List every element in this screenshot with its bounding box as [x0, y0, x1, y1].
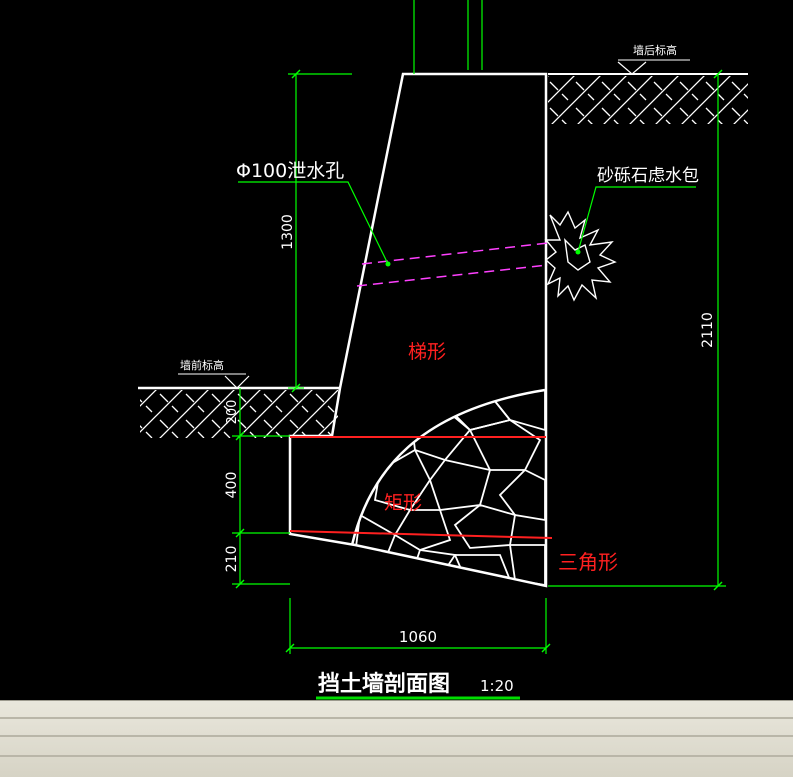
- label-rectangle: 矩形: [384, 492, 422, 514]
- filter-leader-dot: [575, 249, 581, 255]
- drain-leader-dot: [385, 261, 391, 267]
- status-divider: [0, 755, 793, 757]
- dim-footing-height: 400: [224, 472, 240, 499]
- status-divider: [0, 717, 793, 719]
- dim-upper-height: 1300: [280, 214, 296, 250]
- elevation-marker-front: [178, 373, 250, 389]
- drain-hole-line-2: [356, 264, 549, 287]
- dim-embed-depth: 200: [225, 400, 240, 425]
- retaining-wall-section: 1300 200 400 210 2110 1060 墙后标高 墙前标高 Φ10…: [138, 0, 748, 700]
- dim-toe-height: 210: [224, 546, 240, 573]
- label-front-elevation: 墙前标高: [180, 358, 224, 372]
- status-bar: [0, 700, 793, 777]
- cad-drawing-canvas[interactable]: 1300 200 400 210 2110 1060 墙后标高 墙前标高 Φ10…: [0, 0, 793, 700]
- dim-base-width: 1060: [399, 628, 437, 646]
- rubble-stone-fill: [350, 388, 546, 585]
- label-drain-hole: Φ100泄水孔: [236, 160, 344, 182]
- label-gravel-filter: 砂砾石虑水包: [597, 166, 699, 186]
- drawing-title: 挡土墙剖面图: [318, 671, 450, 697]
- gravel-filter-symbol: [544, 210, 617, 302]
- label-back-elevation: 墙后标高: [633, 43, 677, 57]
- label-triangle: 三角形: [558, 550, 618, 574]
- dimension-ticks: [235, 69, 723, 653]
- status-divider: [0, 735, 793, 737]
- drain-hole-line-1: [361, 242, 549, 265]
- label-trapezoid: 梯形: [408, 341, 446, 363]
- elevation-marker-back: [617, 59, 690, 75]
- drawing-scale: 1:20: [480, 677, 514, 695]
- dim-total-height: 2110: [700, 312, 716, 348]
